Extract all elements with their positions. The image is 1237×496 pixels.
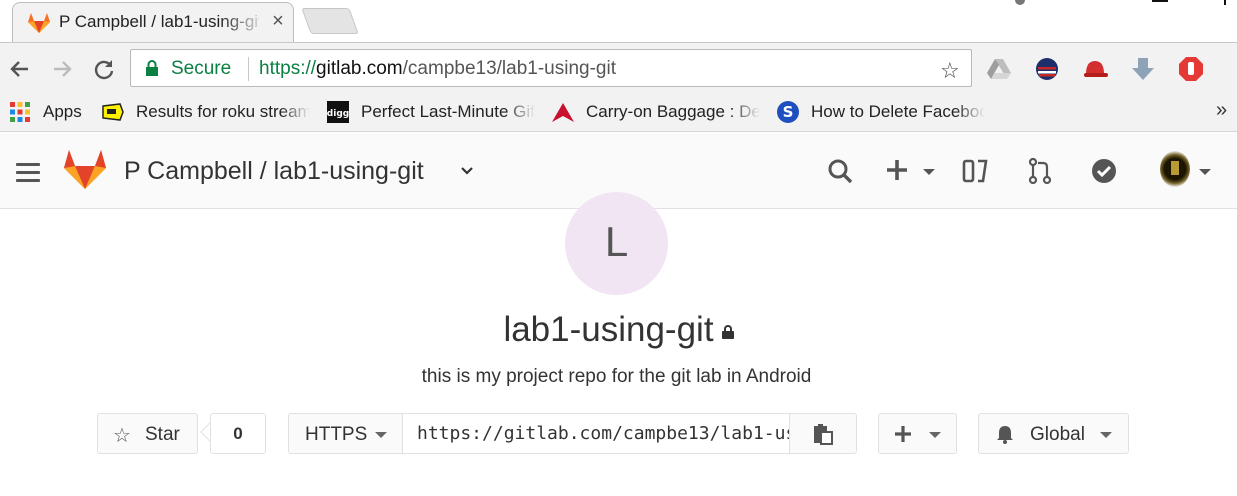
bestbuy-icon bbox=[102, 103, 124, 121]
chevron-down-icon bbox=[1100, 432, 1112, 438]
bookmark-label: Apps bbox=[43, 102, 82, 121]
new-tab-button[interactable] bbox=[301, 8, 359, 34]
copy-url-button[interactable] bbox=[789, 413, 857, 454]
flag-extension-icon[interactable] bbox=[1034, 56, 1060, 82]
download-arrow-icon[interactable] bbox=[1130, 56, 1156, 82]
stop-hand-icon[interactable] bbox=[1178, 56, 1204, 82]
digg-icon: digg bbox=[327, 101, 349, 123]
merge-request-icon[interactable] bbox=[1026, 157, 1054, 185]
bookmark-star-icon[interactable]: ☆ bbox=[940, 58, 960, 84]
user-avatar[interactable] bbox=[1160, 151, 1190, 187]
window-minimize-icon[interactable] bbox=[1010, 0, 1030, 6]
svg-text:S: S bbox=[783, 103, 794, 121]
apps-grid-icon bbox=[10, 102, 30, 122]
search-icon[interactable] bbox=[826, 157, 854, 185]
new-item-plus-icon[interactable] bbox=[885, 157, 937, 185]
lock-icon bbox=[721, 325, 734, 339]
browser-toolbar: Secure https://gitlab.com/campbe13/lab1-… bbox=[0, 42, 1237, 94]
bell-icon bbox=[997, 426, 1013, 444]
reload-icon[interactable] bbox=[90, 55, 118, 83]
bookmark-delta[interactable]: Carry-on Baggage : Delta bbox=[552, 94, 760, 130]
project-title: lab1-using-git bbox=[0, 310, 1237, 350]
star-label: Star bbox=[145, 424, 180, 445]
address-bar[interactable]: Secure https://gitlab.com/campbe13/lab1-… bbox=[130, 49, 972, 87]
svg-text:digg: digg bbox=[327, 109, 349, 119]
forward-arrow-icon[interactable] bbox=[48, 55, 76, 83]
delta-icon bbox=[552, 103, 574, 122]
project-breadcrumb[interactable]: P Campbell / lab1-using-git bbox=[124, 157, 424, 186]
issues-check-icon[interactable] bbox=[1090, 157, 1118, 185]
back-arrow-icon[interactable] bbox=[6, 55, 34, 83]
clone-protocol-dropdown[interactable]: HTTPS bbox=[288, 413, 404, 454]
chevron-down-icon bbox=[929, 432, 941, 438]
tab-strip: P Campbell / lab1-using-git × bbox=[0, 0, 1237, 42]
hamburger-menu-icon[interactable] bbox=[16, 163, 40, 182]
star-icon: ☆ bbox=[113, 425, 131, 447]
notification-dropdown[interactable]: Global bbox=[978, 413, 1129, 454]
window-maximize-icon[interactable] bbox=[1150, 0, 1170, 6]
gitlab-logo[interactable] bbox=[62, 147, 108, 191]
lock-icon bbox=[146, 60, 158, 76]
red-hat-extension-icon[interactable] bbox=[1082, 56, 1108, 82]
bookmark-apps[interactable]: Apps bbox=[9, 94, 89, 130]
add-dropdown-button[interactable] bbox=[878, 413, 957, 454]
notification-label: Global bbox=[1030, 424, 1085, 445]
browser-tab[interactable]: P Campbell / lab1-using-git × bbox=[12, 2, 294, 42]
bookmark-digg[interactable]: digg Perfect Last-Minute Gifts bbox=[327, 94, 535, 130]
clone-protocol-label: HTTPS bbox=[305, 424, 368, 445]
chevron-down-icon[interactable] bbox=[458, 161, 476, 179]
bookmark-facebook-article[interactable]: S How to Delete Facebook bbox=[777, 94, 985, 130]
todos-panel-icon[interactable] bbox=[962, 157, 990, 185]
window-close-icon[interactable] bbox=[1222, 0, 1236, 6]
plus-icon bbox=[895, 426, 911, 442]
secure-label: Secure bbox=[171, 58, 232, 79]
avatar-letter: L bbox=[604, 218, 629, 265]
clipboard-copy-icon bbox=[814, 424, 833, 445]
bookmark-bestbuy[interactable]: Results for roku streaming bbox=[102, 94, 310, 130]
project-description: this is my project repo for the git lab … bbox=[421, 366, 812, 387]
bookmarks-bar: Apps Results for roku streaming digg Per… bbox=[0, 94, 1237, 132]
project-avatar: L bbox=[565, 192, 668, 295]
chevron-down-icon[interactable] bbox=[1199, 169, 1211, 175]
project-name: lab1-using-git bbox=[503, 310, 714, 349]
gitlab-fox-icon bbox=[28, 13, 50, 33]
url-text[interactable]: https://gitlab.com/campbe13/lab1-using-g… bbox=[259, 58, 616, 80]
google-drive-icon[interactable] bbox=[986, 56, 1012, 82]
chevron-down-icon bbox=[375, 432, 387, 438]
s-circle-icon: S bbox=[777, 101, 799, 123]
star-button[interactable]: ☆ Star bbox=[97, 413, 198, 454]
star-count[interactable]: 0 bbox=[210, 413, 266, 454]
bookmarks-overflow-button[interactable]: » bbox=[1216, 99, 1227, 122]
tab-close-button[interactable]: × bbox=[268, 9, 288, 33]
clone-url-input[interactable]: https://gitlab.com/campbe13/lab1-using-g… bbox=[402, 413, 790, 454]
